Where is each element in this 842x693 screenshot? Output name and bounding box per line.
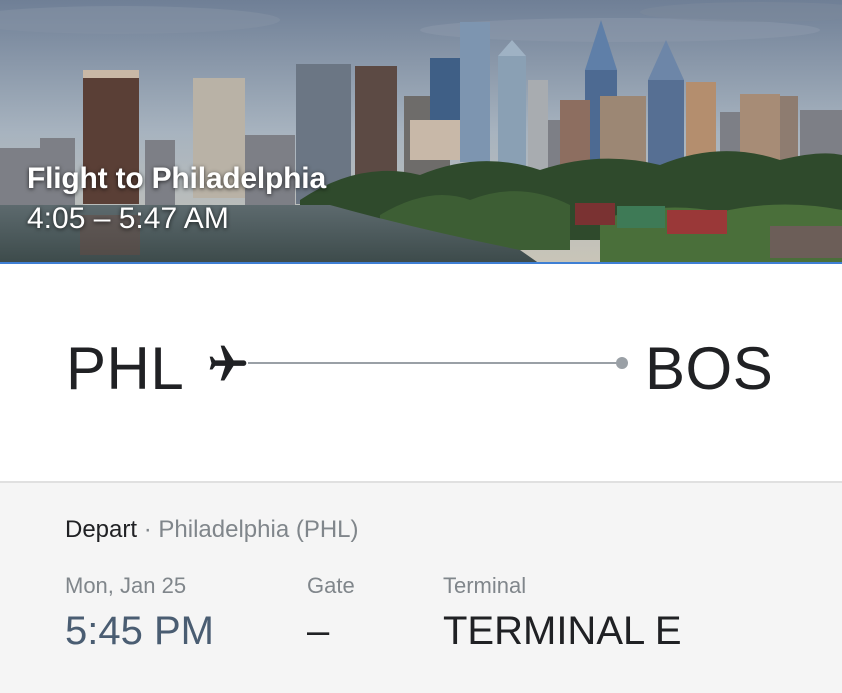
separator: · — [143, 516, 152, 543]
flight-time-range: 4:05 – 5:47 AM — [27, 202, 229, 235]
hero-accent-bar — [0, 262, 842, 264]
departure-date-label: Mon, Jan 25 — [65, 573, 187, 598]
depart-header: Depart · Philadelphia (PHL) — [65, 516, 359, 544]
hero-banner: Flight to Philadelphia 4:05 – 5:47 AM — [0, 0, 842, 264]
departure-details: Depart · Philadelphia (PHL) Mon, Jan 25 … — [0, 481, 842, 693]
gate-label: Gate — [307, 573, 355, 598]
route-line — [248, 362, 622, 364]
gate-value: – — [307, 609, 330, 653]
terminal-value: TERMINAL E — [443, 609, 682, 653]
route-row: PHL BOS — [0, 268, 842, 481]
terminal-label: Terminal — [443, 573, 527, 598]
depart-place: Philadelphia (PHL) — [158, 516, 359, 543]
destination-airport-code: BOS — [645, 335, 774, 402]
route-end-dot — [616, 357, 628, 369]
departure-time-value: 5:45 PM — [65, 609, 214, 653]
airplane-icon — [209, 345, 247, 381]
depart-label: Depart — [65, 516, 138, 543]
flight-title: Flight to Philadelphia — [27, 162, 326, 195]
origin-airport-code: PHL — [66, 335, 185, 402]
